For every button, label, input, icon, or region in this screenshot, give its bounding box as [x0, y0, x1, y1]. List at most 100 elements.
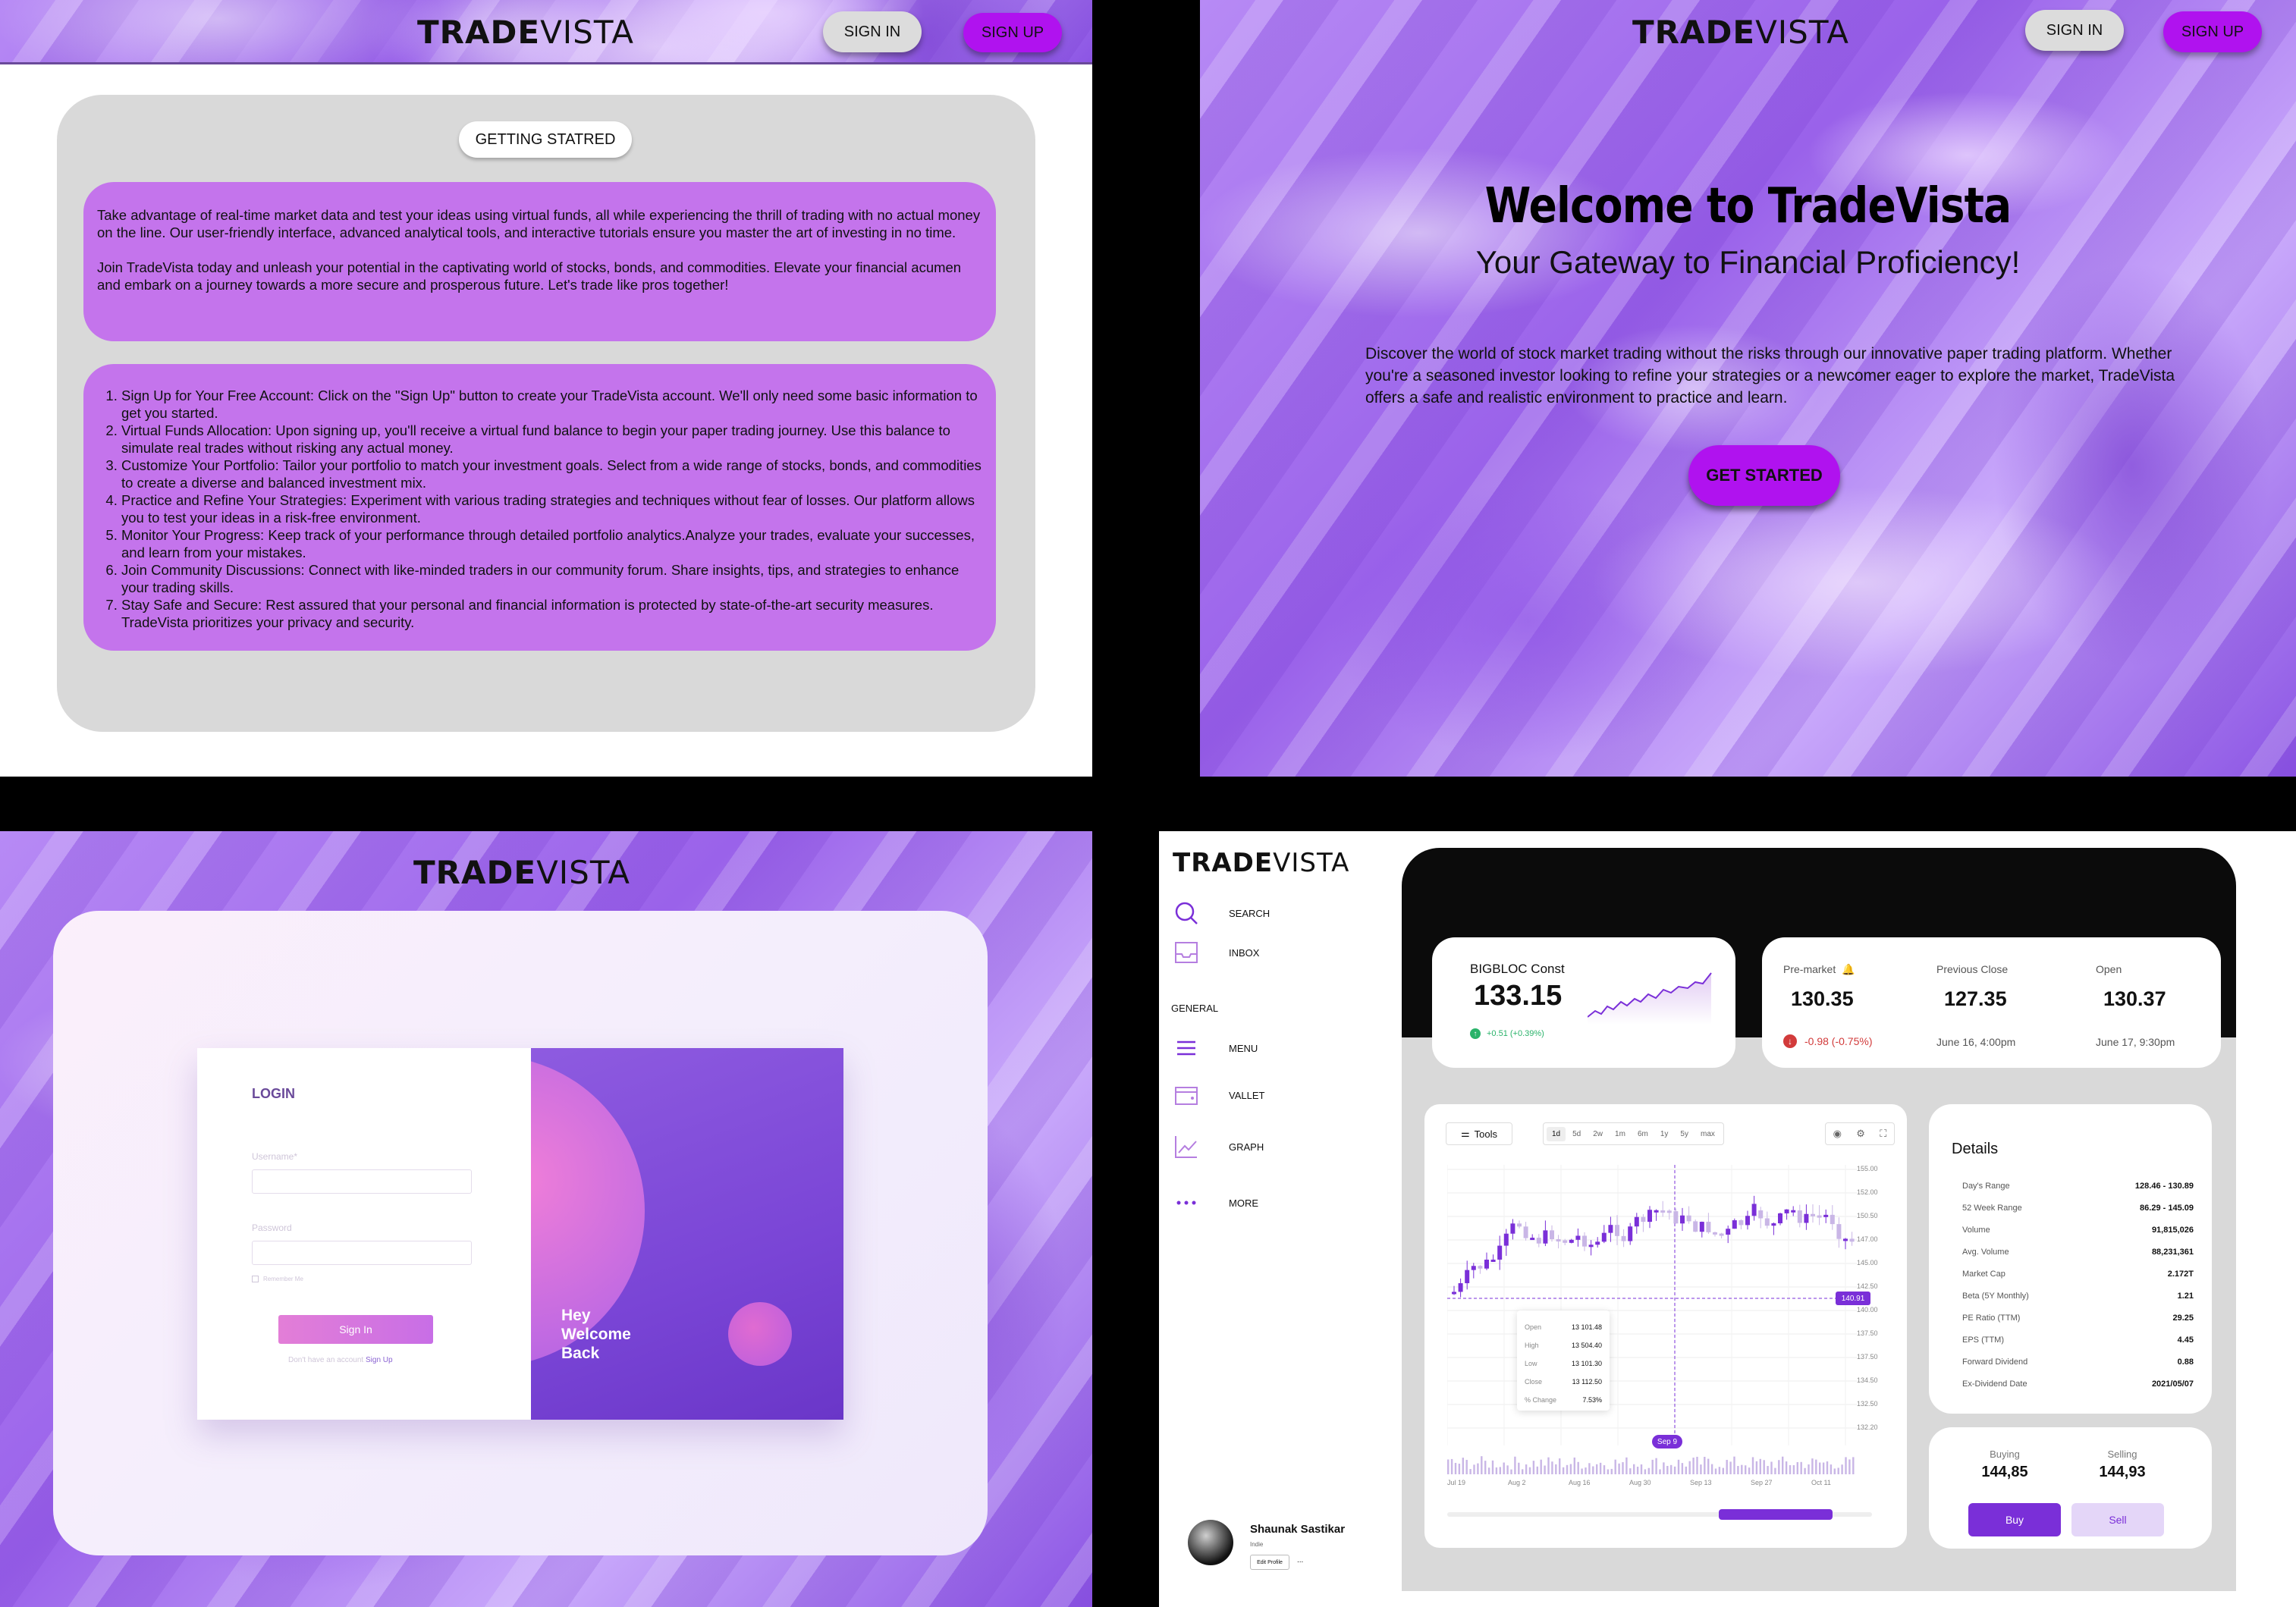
volume-bar [1577, 1461, 1579, 1474]
sign-up-button[interactable]: SIGN UP [2163, 11, 2262, 52]
volume-bar [1555, 1464, 1557, 1474]
sign-up-button[interactable]: SIGN UP [963, 13, 1062, 52]
search-icon [1174, 901, 1198, 925]
volume-bar [1688, 1461, 1691, 1474]
sidebar-item-vallet[interactable]: VALLET [1174, 1083, 1264, 1107]
camera-icon[interactable]: ◉ [1833, 1128, 1842, 1140]
candle-body [1510, 1223, 1515, 1234]
candle-body [1595, 1241, 1600, 1245]
down-arrow-icon: ↓ [1783, 1034, 1797, 1048]
brand-logo[interactable]: TRADEVISTA [417, 14, 634, 51]
detail-key: Forward Dividend [1962, 1357, 2028, 1367]
header-bar: TRADEVISTA SIGN IN SIGN UP [0, 0, 1092, 64]
candle-body [1830, 1214, 1835, 1225]
candle-body [1608, 1225, 1613, 1233]
sign-in-button[interactable]: SIGN IN [823, 11, 922, 52]
username-input[interactable] [252, 1169, 472, 1194]
sidebar-label: VALLET [1229, 1089, 1265, 1101]
range-option[interactable]: 5d [1567, 1127, 1586, 1141]
volume-bar [1528, 1467, 1531, 1474]
volume-bars [1447, 1456, 1855, 1474]
brand-logo[interactable]: TRADEVISTA [1632, 14, 1849, 51]
sidebar-label: MORE [1229, 1197, 1258, 1209]
ticker-card[interactable]: BIGBLOC Const 133.15 ↑ +0.51 (+0.39%) [1432, 937, 1735, 1068]
sign-in-button[interactable]: Sign In [278, 1315, 433, 1344]
sidebar-item-search[interactable]: SEARCH [1174, 901, 1270, 925]
sidebar-item-menu[interactable]: MENU [1174, 1036, 1258, 1060]
volume-bar [1559, 1458, 1561, 1474]
price-tick: 132.20 [1857, 1423, 1878, 1431]
buy-button[interactable]: Buy [1968, 1503, 2061, 1536]
volume-bar [1622, 1462, 1624, 1474]
logo-bold: TRADE [1173, 848, 1274, 878]
fullscreen-icon[interactable]: ⛶ [1880, 1128, 1886, 1140]
volume-bar [1815, 1459, 1817, 1474]
range-option[interactable]: 2w [1588, 1127, 1608, 1141]
ohlc-rows: Open 13 101.48 High 13 504.40 Low 13 101.30 Cl… [1525, 1318, 1602, 1409]
range-option[interactable]: 1d [1547, 1126, 1566, 1141]
volume-bar [1581, 1468, 1583, 1474]
sell-button[interactable]: Sell [2071, 1503, 2164, 1536]
volume-bar [1573, 1457, 1575, 1474]
detail-row: Forward Dividend 0.88 [1962, 1351, 2194, 1373]
get-started-button[interactable]: GET STARTED [1688, 445, 1840, 506]
candle-body [1647, 1210, 1652, 1223]
candle-body [1523, 1226, 1528, 1238]
candle-body [1550, 1230, 1554, 1240]
sign-in-button[interactable]: SIGN IN [2025, 10, 2124, 51]
volume-bar [1696, 1456, 1698, 1474]
ohlc-row: Low 13 101.30 [1525, 1354, 1602, 1373]
brand-logo[interactable]: TRADEVISTA [413, 854, 630, 891]
candlestick-plot[interactable] [1447, 1165, 1872, 1445]
more-dots-icon [1174, 1191, 1198, 1215]
price-tick: 145.00 [1857, 1259, 1878, 1266]
detail-row: Ex-Dividend Date 2021/05/07 [1962, 1373, 2194, 1395]
welcome-text: Hey Welcome Back [561, 1307, 631, 1362]
volume-bar [1748, 1467, 1751, 1474]
sidebar-item-more[interactable]: MORE [1174, 1191, 1258, 1215]
sidebar-label: MENU [1229, 1042, 1258, 1054]
candle-body [1693, 1221, 1698, 1232]
sidebar-item-graph[interactable]: GRAPH [1174, 1135, 1264, 1159]
volume-bar [1547, 1457, 1550, 1474]
volume-bar [1759, 1458, 1761, 1474]
profile-more-button[interactable]: ... [1297, 1556, 1303, 1565]
bell-icon[interactable]: 🔔 [1842, 963, 1855, 976]
edit-profile-button[interactable]: Edit Profile [1250, 1555, 1289, 1570]
range-option[interactable]: 1m [1610, 1127, 1631, 1141]
remember-checkbox[interactable] [252, 1276, 259, 1282]
signup-link[interactable]: Sign Up [366, 1356, 393, 1364]
range-option[interactable]: 6m [1632, 1127, 1654, 1141]
detail-value: 29.25 [2172, 1314, 2194, 1323]
brand-logo[interactable]: TRADEVISTA [1173, 848, 1349, 878]
volume-bar [1487, 1467, 1490, 1474]
candle-body [1601, 1232, 1607, 1242]
tools-button[interactable]: ⚌ Tools [1446, 1122, 1512, 1145]
range-option[interactable]: 1y [1655, 1127, 1674, 1141]
remember-me[interactable]: Remember Me [252, 1276, 303, 1282]
candle-body [1641, 1216, 1646, 1223]
volume-bar [1610, 1468, 1613, 1474]
chart-scrollbar-handle[interactable] [1719, 1509, 1833, 1520]
avatar[interactable] [1188, 1520, 1233, 1565]
volume-bar [1707, 1458, 1710, 1474]
volume-bar [1848, 1459, 1851, 1474]
volume-bar [1450, 1458, 1453, 1474]
volume-bar [1473, 1464, 1475, 1474]
detail-row: Day's Range 128.46 - 130.89 [1962, 1175, 2194, 1197]
range-option[interactable]: 5y [1675, 1127, 1694, 1141]
logo-bold: TRADE [417, 14, 541, 51]
price-tick: 137.50 [1857, 1353, 1878, 1361]
quotes-card: Pre-market 🔔 Previous Close Open 130.35 1… [1762, 937, 2221, 1068]
settings-icon[interactable]: ⚙ [1856, 1128, 1865, 1140]
password-input[interactable] [252, 1241, 472, 1265]
candle-body [1490, 1259, 1496, 1262]
sidebar-item-inbox[interactable]: INBOX [1174, 940, 1259, 965]
volume-bar [1763, 1460, 1765, 1474]
volume-bar [1495, 1467, 1498, 1474]
volume-bar [1729, 1461, 1732, 1474]
range-option[interactable]: max [1695, 1127, 1720, 1141]
detail-value: 91,815,026 [2151, 1226, 2194, 1235]
volume-bar [1704, 1456, 1706, 1474]
date-tick: Aug 30 [1629, 1479, 1651, 1486]
